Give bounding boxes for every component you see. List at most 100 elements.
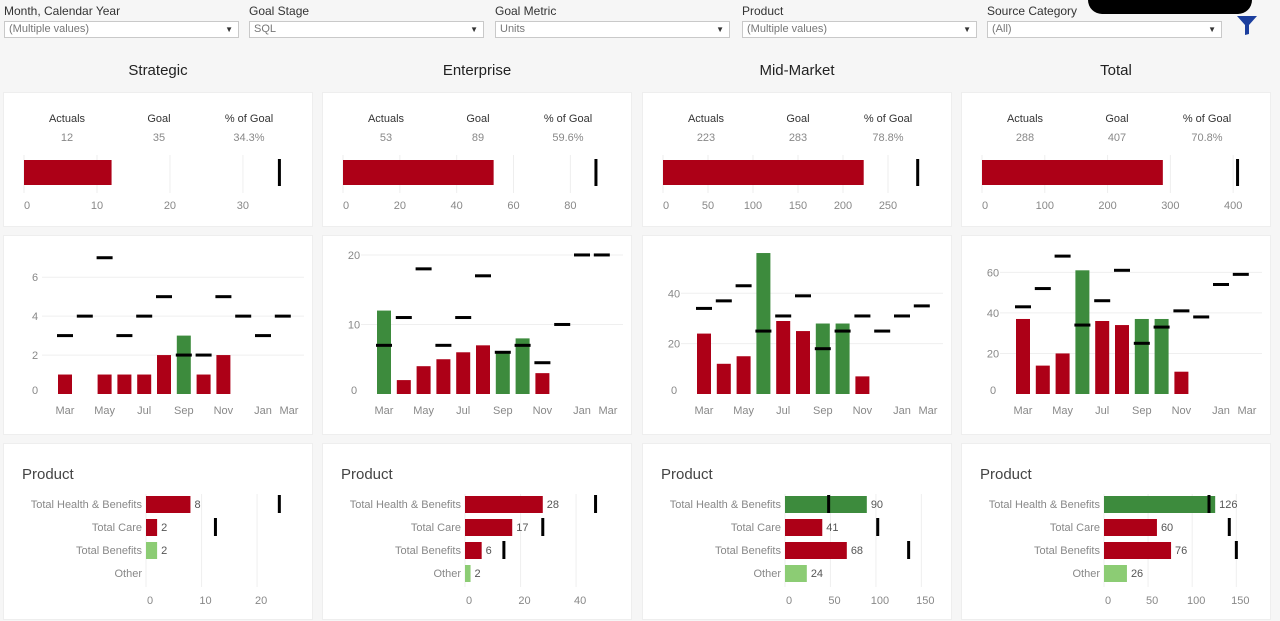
monthly-actual-bar[interactable] — [176, 335, 191, 394]
monthly-goal-marker — [775, 314, 792, 318]
monthly-actual-bar[interactable] — [377, 310, 391, 394]
monthly-actual-bar[interactable] — [196, 374, 211, 394]
product-goal-marker — [541, 518, 545, 536]
product-actual-bar[interactable] — [1104, 565, 1127, 582]
product-row-label: Total Health & Benefits — [350, 499, 462, 511]
monthly-actual-bar[interactable] — [58, 374, 72, 394]
segment-title: Mid-Market — [759, 62, 835, 79]
monthly-actual-bar[interactable] — [1035, 365, 1050, 394]
monthly-actual-bar[interactable] — [1154, 318, 1169, 394]
product-actual-bar[interactable] — [1104, 496, 1216, 513]
monthly-actual-bar[interactable] — [1174, 371, 1189, 394]
monthly-actual-bar[interactable] — [216, 355, 231, 394]
goal-metric-select[interactable]: Units ▼ — [495, 21, 730, 38]
monthly-actual-bar[interactable] — [97, 374, 112, 394]
monthly-goal-marker — [755, 329, 772, 333]
product-actual-bar[interactable] — [146, 542, 158, 559]
monthly-actual-bar[interactable] — [157, 355, 171, 394]
product-goal-marker — [213, 518, 217, 536]
monthly-actual-bar[interactable] — [796, 331, 810, 394]
product-goal-marker — [1234, 541, 1238, 559]
source-category-select[interactable]: (All) ▼ — [987, 21, 1222, 38]
monthly-actual-bar[interactable] — [1016, 318, 1030, 394]
kpi-card: Actuals 53 Goal 89% of Goal 59.6% 0 20 40 60 80 — [322, 92, 632, 227]
monthly-actual-bar[interactable] — [1075, 270, 1090, 394]
kpi-actual-bar[interactable] — [982, 160, 1163, 185]
filter-funnel-icon[interactable] — [1236, 14, 1258, 36]
product-row-label: Total Health & Benefits — [31, 499, 143, 511]
product-row-label: Total Care — [92, 522, 142, 534]
monthly-goal-marker — [435, 343, 452, 347]
product-actual-bar[interactable] — [465, 565, 471, 582]
month-select[interactable]: (Multiple values) ▼ — [4, 21, 239, 38]
filter-product: Product (Multiple values) ▼ — [742, 4, 977, 38]
monthly-y-tick: 60 — [987, 267, 999, 279]
product-actual-bar[interactable] — [465, 542, 482, 559]
monthly-goal-marker — [57, 334, 73, 338]
monthly-actual-bar[interactable] — [1115, 325, 1129, 394]
kpi-axis-tick: 20 — [394, 200, 406, 212]
monthly-goal-marker — [1114, 268, 1130, 272]
kpi-bullet-chart: 0 10 20 30 — [23, 155, 281, 212]
monthly-x-tick: May — [733, 405, 754, 417]
product-actual-bar[interactable] — [785, 519, 823, 536]
product-value-label: 2 — [161, 545, 167, 557]
monthly-actual-bar[interactable] — [1134, 318, 1149, 394]
monthly-actual-bar[interactable] — [117, 374, 132, 394]
monthly-x-tick: Nov — [533, 405, 553, 417]
monthly-actual-bar[interactable] — [476, 345, 490, 394]
product-select[interactable]: (Multiple values) ▼ — [742, 21, 977, 38]
monthly-actual-bar[interactable] — [456, 352, 471, 394]
monthly-actual-bar[interactable] — [776, 321, 791, 394]
monthly-goal-marker — [735, 284, 752, 288]
goal-stage-select[interactable]: SQL ▼ — [249, 21, 484, 38]
product-row-label: Total Care — [411, 522, 461, 534]
monthly-actual-bar[interactable] — [1055, 353, 1070, 394]
monthly-y-tick: 20 — [668, 339, 680, 351]
monthly-actual-bar[interactable] — [535, 373, 550, 394]
monthly-x-tick: Jan — [893, 405, 911, 417]
kpi-actual-bar[interactable] — [343, 160, 494, 185]
product-actual-bar[interactable] — [1104, 542, 1172, 559]
monthly-actual-bar[interactable] — [396, 380, 411, 394]
monthly-y-tick: 40 — [987, 308, 999, 320]
monthly-actual-bar[interactable] — [416, 366, 431, 394]
monthly-actual-bar[interactable] — [137, 374, 152, 394]
kpi-goal-marker — [277, 159, 281, 186]
monthly-actual-bar[interactable] — [495, 352, 510, 394]
product-actual-bar[interactable] — [1104, 519, 1157, 536]
kpi-actual-bar[interactable] — [24, 160, 112, 185]
monthly-x-tick: May — [1052, 405, 1073, 417]
product-x-tick: 0 — [466, 595, 472, 607]
monthly-actual-bar[interactable] — [1095, 321, 1110, 394]
product-actual-bar[interactable] — [465, 519, 513, 536]
product-x-tick: 20 — [518, 595, 530, 607]
kpi-axis-tick: 100 — [1036, 200, 1054, 212]
product-chart: 0 50 100 150 Total Health & Benefits 126 Total… — [989, 494, 1250, 607]
dropdown-arrow-icon: ▼ — [470, 25, 478, 34]
monthly-actual-bar[interactable] — [855, 376, 870, 394]
monthly-actual-bar[interactable] — [716, 363, 731, 394]
monthly-actual-bar[interactable] — [736, 356, 751, 394]
product-value-label: 28 — [547, 499, 559, 511]
monthly-actual-bar[interactable] — [436, 359, 451, 394]
monthly-y-tick: 20 — [987, 348, 999, 360]
product-actual-bar[interactable] — [465, 496, 543, 513]
product-actual-bar[interactable] — [146, 519, 158, 536]
product-actual-bar[interactable] — [785, 542, 847, 559]
monthly-x-tick: Sep — [813, 405, 833, 417]
kpi-axis-tick: 20 — [164, 200, 176, 212]
product-actual-bar[interactable] — [785, 496, 867, 513]
monthly-actual-bar[interactable] — [756, 253, 771, 394]
monthly-x-tick: May — [94, 405, 115, 417]
product-actual-bar[interactable] — [146, 496, 191, 513]
product-goal-marker — [876, 518, 880, 536]
product-row-label: Other — [753, 568, 781, 580]
kpi-card: Actuals 288 Goal 407% of Goal 70.8% 0 100 200 30… — [961, 92, 1271, 227]
monthly-actual-bar[interactable] — [815, 323, 830, 394]
monthly-chart: 0 20 40 60 Mar May Jul Sep Nov Jan Mar — [987, 254, 1262, 417]
monthly-actual-bar[interactable] — [835, 323, 850, 394]
monthly-actual-bar[interactable] — [697, 333, 711, 394]
product-actual-bar[interactable] — [785, 565, 807, 582]
kpi-actual-bar[interactable] — [663, 160, 864, 185]
